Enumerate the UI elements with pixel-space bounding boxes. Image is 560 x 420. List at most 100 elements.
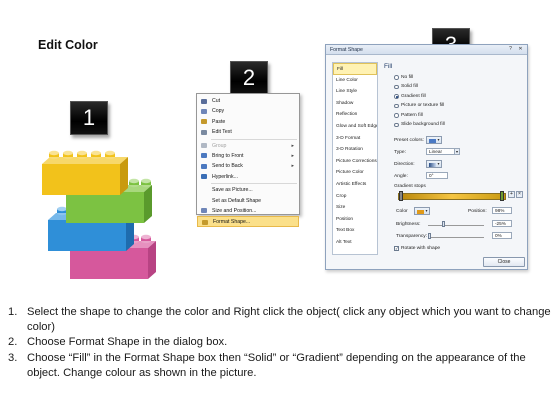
context-menu: Cut Copy Paste Edit Text Group ▸ Bring to Fron… xyxy=(196,93,300,227)
transparency-slider-track[interactable] xyxy=(428,237,484,238)
transparency-label: Transparency: xyxy=(396,234,428,239)
nav-item-line-color[interactable]: Line Color xyxy=(333,75,377,87)
nav-item-crop[interactable]: Crop xyxy=(333,191,377,203)
nav-item-3-d-format[interactable]: 3-D Format xyxy=(333,133,377,145)
radio-gradient-fill[interactable] xyxy=(394,94,399,99)
chevron-right-icon: ▸ xyxy=(291,142,294,149)
nav-item-shadow[interactable]: Shadow xyxy=(333,98,377,110)
menu-item-edit-text[interactable]: Edit Text xyxy=(197,127,299,137)
gradient-stop-handle-selected[interactable] xyxy=(500,191,504,201)
step-badge-2: 2 xyxy=(230,61,268,95)
menu-item-set-as-default-shape[interactable]: Set as Default Shape xyxy=(197,196,299,206)
lego-bricks-illustration[interactable] xyxy=(38,148,168,288)
yellow-brick[interactable] xyxy=(42,150,128,195)
brightness-input[interactable]: -25% xyxy=(492,220,512,227)
menu-item-hyperlink[interactable]: Hyperlink... xyxy=(197,172,299,182)
direction-button[interactable]: ▾ xyxy=(426,160,442,168)
menu-item-icon xyxy=(201,163,207,169)
stop-color-button[interactable]: ▾ xyxy=(414,207,430,215)
color-label: Color xyxy=(396,209,408,214)
radio-slide-background-fill[interactable] xyxy=(394,122,399,127)
nav-item-artistic-effects[interactable]: Artistic Effects xyxy=(333,179,377,191)
menu-item-icon xyxy=(201,129,207,135)
radio-solid-fill[interactable] xyxy=(394,84,399,89)
menu-item-label: Edit Text xyxy=(212,129,232,136)
menu-item-group: Group ▸ xyxy=(197,141,299,151)
nav-item-3-d-rotation[interactable]: 3-D Rotation xyxy=(333,144,377,156)
menu-item-icon xyxy=(201,119,207,125)
instruction-item: 3. Choose “Fill” in the Format Shape box … xyxy=(8,351,556,381)
brightness-slider-thumb[interactable] xyxy=(442,221,445,227)
position-input[interactable]: 98% xyxy=(492,207,512,214)
preset-colors-button[interactable]: ▾ xyxy=(426,136,442,144)
nav-item-size[interactable]: Size xyxy=(333,202,377,214)
direction-preview-icon xyxy=(429,162,436,167)
menu-separator xyxy=(211,183,297,185)
remove-stop-icon[interactable]: × xyxy=(516,191,523,198)
menu-item-cut[interactable]: Cut xyxy=(197,96,299,106)
menu-item-paste[interactable]: Paste xyxy=(197,117,299,127)
rotate-with-shape-label: Rotate with shape xyxy=(401,246,441,251)
nav-item-fill[interactable]: Fill xyxy=(333,63,377,75)
menu-item-icon xyxy=(201,98,207,104)
menu-item-label: Hyperlink... xyxy=(212,173,238,180)
fill-option-label: Slide background fill xyxy=(401,122,445,128)
close-button[interactable]: Close xyxy=(483,257,525,267)
rotate-with-shape-checkbox[interactable] xyxy=(394,246,399,251)
transparency-slider-thumb[interactable] xyxy=(428,233,431,239)
instruction-number: 3. xyxy=(8,351,18,364)
step-badge-1: 1 xyxy=(70,101,108,135)
instruction-number: 2. xyxy=(8,336,18,349)
instructions-list: 1. Select the shape to change the color a… xyxy=(8,305,556,381)
menu-item-label: Copy xyxy=(212,108,225,115)
nav-item-line-style[interactable]: Line Style xyxy=(333,86,377,98)
nav-item-picture-corrections[interactable]: Picture Corrections xyxy=(333,156,377,168)
page-title: Edit Color xyxy=(38,38,98,52)
fill-option-label: No fill xyxy=(401,74,414,80)
radio-pattern-fill[interactable] xyxy=(394,113,399,118)
radio-picture-or-texture-fill[interactable] xyxy=(394,103,399,108)
menu-item-label: Send to Back xyxy=(212,163,243,170)
preset-colors-label: Preset colors: xyxy=(394,138,424,143)
menu-item-size-and-position[interactable]: Size and Position... xyxy=(197,206,299,216)
nav-item-picture-color[interactable]: Picture Color xyxy=(333,167,377,179)
close-icon[interactable]: ✕ xyxy=(516,46,525,53)
brightness-slider-track[interactable] xyxy=(428,225,484,226)
dialog-title: Format Shape xyxy=(330,47,363,53)
type-label: Type: xyxy=(394,150,406,155)
nav-item-text-box[interactable]: Text Box xyxy=(333,225,377,237)
gradient-stop-handle[interactable] xyxy=(399,191,403,201)
menu-item-label: Size and Position... xyxy=(212,207,257,214)
menu-item-format-shape[interactable]: Format Shape... xyxy=(197,216,299,227)
menu-item-copy[interactable]: Copy xyxy=(197,106,299,116)
nav-item-alt-text[interactable]: Alt Text xyxy=(333,237,377,249)
direction-label: Direction: xyxy=(394,162,415,167)
menu-item-icon xyxy=(201,153,207,159)
nav-item-glow-and-soft-edges[interactable]: Glow and Soft Edges xyxy=(333,121,377,133)
dialog-titlebar[interactable]: Format Shape ? ✕ xyxy=(326,45,527,55)
radio-no-fill[interactable] xyxy=(394,75,399,80)
nav-item-position[interactable]: Position xyxy=(333,214,377,226)
nav-item-reflection[interactable]: Reflection xyxy=(333,109,377,121)
format-shape-dialog: Format Shape ? ✕ Fill Line Color Line Styl… xyxy=(325,44,528,270)
menu-item-icon xyxy=(201,108,207,114)
menu-item-label: Bring to Front xyxy=(212,152,244,159)
gradient-stops-bar[interactable] xyxy=(398,193,506,200)
angle-label: Angle: xyxy=(394,174,408,179)
fill-option-label: Solid fill xyxy=(401,84,418,90)
menu-item-send-to-back[interactable]: Send to Back ▸ xyxy=(197,161,299,171)
transparency-input[interactable]: 0% xyxy=(492,232,512,239)
instruction-item: 2. Choose Format Shape in the dialog box. xyxy=(8,335,556,350)
add-stop-icon[interactable]: + xyxy=(508,191,515,198)
menu-item-save-as-picture[interactable]: Save as Picture... xyxy=(197,185,299,195)
angle-input[interactable]: 0° xyxy=(426,172,448,179)
menu-item-label: Cut xyxy=(212,98,221,104)
chevron-down-icon: ▾ xyxy=(437,161,440,166)
type-select[interactable]: Linear ▾ xyxy=(426,148,460,155)
instruction-text: Choose Format Shape in the dialog box. xyxy=(27,336,228,349)
type-select-value: Linear xyxy=(429,149,443,154)
menu-item-icon xyxy=(202,219,208,225)
help-icon[interactable]: ? xyxy=(506,46,515,53)
panel-heading: Fill xyxy=(384,63,393,70)
menu-item-bring-to-front[interactable]: Bring to Front ▸ xyxy=(197,151,299,161)
